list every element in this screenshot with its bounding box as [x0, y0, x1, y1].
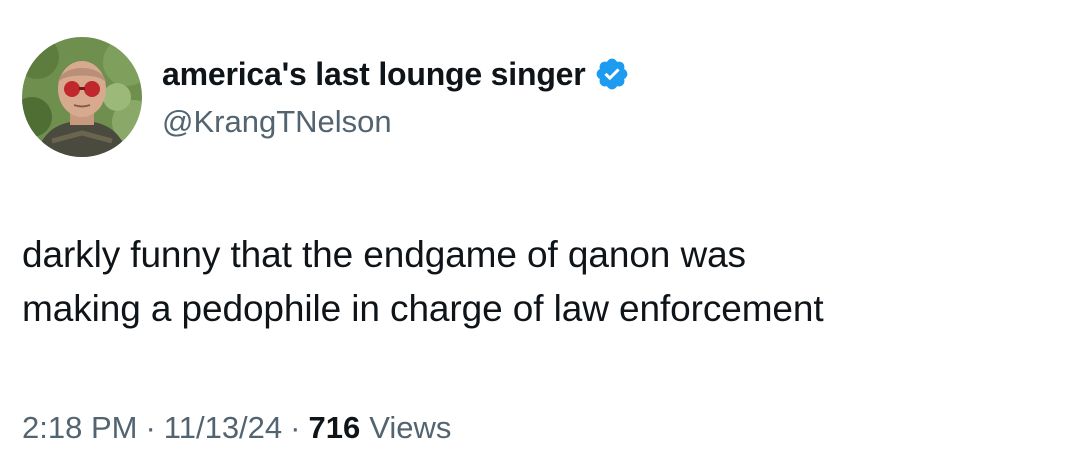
author-avatar[interactable] [22, 37, 142, 157]
views-count[interactable]: 716 [308, 410, 360, 446]
author-name-row: america's last lounge singer [162, 52, 630, 96]
tweet-date[interactable]: 11/13/24 [164, 410, 282, 446]
tweet-meta: 2:18 PM · 11/13/24 · 716 Views [22, 410, 451, 446]
author-display-name[interactable]: america's last lounge singer [162, 56, 586, 93]
tweet-text-line: darkly funny that the endgame of qanon w… [22, 234, 746, 275]
author-handle[interactable]: @KrangTNelson [162, 104, 392, 140]
meta-separator: · [145, 410, 156, 445]
avatar-photo [22, 37, 142, 157]
meta-separator: · [290, 410, 301, 445]
verified-badge-icon[interactable] [594, 56, 630, 92]
tweet-text-line: making a pedophile in charge of law enfo… [22, 288, 824, 329]
tweet-text: darkly funny that the endgame of qanon w… [22, 228, 1062, 336]
views-label[interactable]: Views [369, 410, 451, 446]
tweet-time[interactable]: 2:18 PM [22, 410, 137, 446]
tweet-card: america's last lounge singer @KrangTNels… [0, 0, 1080, 472]
